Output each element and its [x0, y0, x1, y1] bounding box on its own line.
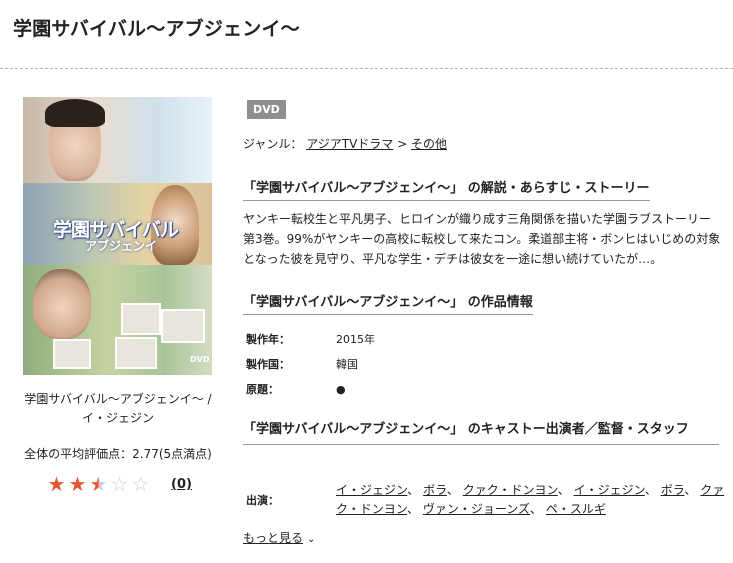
- cover-panel-bottom: [23, 265, 212, 375]
- genre-link-asia-tv[interactable]: アジアTVドラマ: [306, 137, 393, 151]
- cast-link[interactable]: イ・ジェジン: [574, 483, 645, 497]
- cast-label: 出演：: [246, 494, 279, 507]
- star-full-icon: ★: [68, 472, 87, 496]
- star-half-icon: ★: [89, 472, 108, 496]
- genre-breadcrumb: ジャンル： アジアTVドラマ > その他: [243, 135, 447, 152]
- format-badge: DVD: [247, 100, 286, 119]
- show-more-label: もっと見る: [243, 531, 304, 545]
- star-full-icon: ★: [47, 472, 66, 496]
- rating-stars: ★ ★ ★ ☆ ☆: [46, 473, 151, 495]
- star-empty-icon: ☆: [110, 472, 129, 496]
- cast-link[interactable]: イ・ジェジン: [336, 483, 407, 497]
- average-rating-text: 全体の平均評価点：2.77(5点満点): [24, 447, 212, 461]
- page-title: 学園サバイバル〜アブジェンイ〜: [13, 18, 300, 40]
- cast-link[interactable]: ペ・スルギ: [546, 502, 606, 516]
- info-label: 原題：: [246, 383, 279, 396]
- cover-photo-2: [161, 309, 205, 343]
- info-section-title: 「学園サバイバル〜アブジェンイ〜」 の作品情報: [243, 291, 533, 315]
- dvd-cover-image[interactable]: 学園サバイバル アブジェンイ DVD: [23, 97, 212, 375]
- review-count: (0): [171, 477, 192, 492]
- info-row-year: 製作年： 2015年: [246, 331, 375, 347]
- show-more-link[interactable]: もっと見る ⌄: [243, 529, 315, 546]
- cover-logo-subtitle: アブジェンイ: [85, 239, 158, 253]
- cover-photo-3: [53, 339, 91, 369]
- cover-actor-hair: [45, 99, 105, 127]
- story-text: ヤンキー転校生と平凡男子、ヒロインが織り成す三角関係を描いた学園ラブストーリー第…: [243, 212, 721, 266]
- review-count-link[interactable]: (0): [171, 477, 192, 492]
- info-row-country: 製作国： 韓国: [246, 356, 358, 372]
- info-row-original-title: 原題： ●: [246, 381, 346, 397]
- genre-label: ジャンル：: [243, 137, 303, 151]
- cover-dvd-mark: DVD: [190, 355, 210, 364]
- cover-photo-1: [121, 303, 161, 335]
- info-value: 2015年: [336, 333, 375, 346]
- cover-photo-4: [115, 337, 157, 369]
- cast-link[interactable]: ヴァン・ジョーンズ: [423, 502, 530, 516]
- genre-separator: >: [397, 137, 408, 151]
- cover-actor-bottom: [33, 269, 91, 339]
- cast-link[interactable]: ボラ: [661, 483, 685, 497]
- info-label: 製作国：: [246, 358, 290, 371]
- cast-list: イ・ジェジン、 ボラ、 クァク・ドンヨン、 イ・ジェジン、 ボラ、 クァク・ドン…: [336, 483, 725, 516]
- cover-panel-top: [23, 97, 212, 183]
- header-divider: [0, 68, 733, 69]
- info-value: ●: [336, 383, 346, 396]
- genre-link-other[interactable]: その他: [411, 137, 447, 151]
- star-empty-icon: ☆: [131, 472, 150, 496]
- cast-link[interactable]: クァク・ドンヨン: [463, 483, 558, 497]
- cast-section-title: 「学園サバイバル〜アブジェンイ〜」 のキャストー出演者／監督・スタッフ: [243, 419, 719, 445]
- info-value: 韓国: [336, 358, 358, 371]
- cast-link[interactable]: ボラ: [423, 483, 447, 497]
- info-label: 製作年：: [246, 333, 290, 346]
- chevron-down-icon: ⌄: [307, 534, 316, 545]
- story-section-title: 「学園サバイバル〜アブジェンイ〜」 の解説・あらすじ・ストーリー: [243, 177, 650, 201]
- cover-caption: 学園サバイバル〜アブジェンイ〜 / イ・ジェジン: [24, 392, 212, 425]
